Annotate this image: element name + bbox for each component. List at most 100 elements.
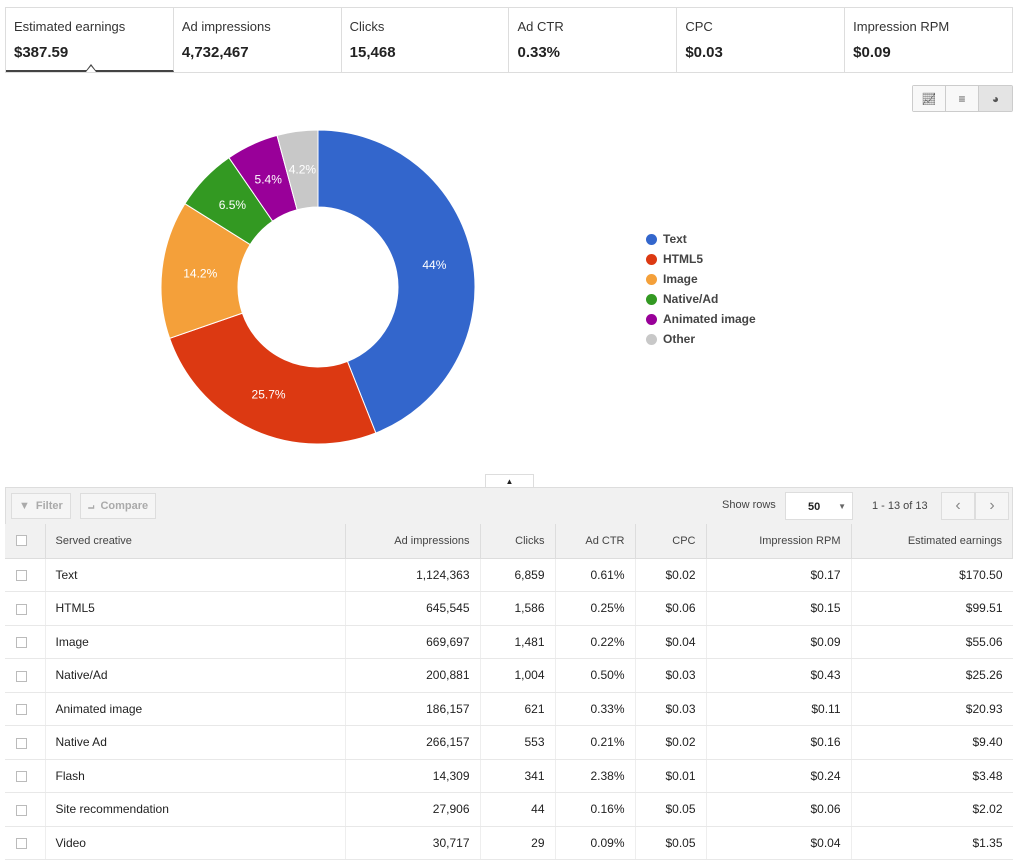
table-cell: 2.38% (555, 759, 636, 793)
table-cell: 645,545 (345, 591, 481, 626)
select-all-checkbox[interactable] (5, 524, 46, 559)
table-cell: Native Ad (45, 725, 346, 760)
table-cell: $0.43 (706, 658, 852, 693)
metric-value: $387.59 (14, 44, 69, 61)
table-cell: 14,309 (345, 759, 481, 793)
column-header[interactable]: CPC (635, 524, 707, 559)
table-cell: $0.11 (706, 692, 852, 726)
rows-per-page-select[interactable]: 50 ▼ (785, 492, 853, 520)
legend-label: Animated image (663, 312, 756, 326)
table-cell: $0.24 (706, 759, 852, 793)
table-cell: $0.06 (706, 792, 852, 827)
table-cell: 669,697 (345, 625, 481, 659)
row-checkbox[interactable] (5, 759, 46, 793)
summary-card[interactable]: Impression RPM $0.09 (845, 8, 1012, 72)
legend-item[interactable]: Text (646, 229, 756, 249)
legend-item[interactable]: Animated image (646, 309, 756, 329)
legend-swatch (646, 293, 657, 305)
table-cell: 30,717 (345, 826, 481, 860)
table-cell: $0.04 (706, 826, 852, 860)
table-cell: $0.15 (706, 591, 852, 626)
summary-card[interactable]: CPC $0.03 (677, 8, 846, 72)
row-checkbox[interactable] (5, 692, 46, 726)
metric-value: 4,732,467 (181, 44, 249, 61)
table-cell: $55.06 (851, 625, 1013, 659)
table-cell: $0.01 (635, 759, 707, 793)
table-cell: 27,906 (345, 792, 481, 827)
row-checkbox[interactable] (5, 658, 46, 693)
metric-label: Ad impressions (181, 19, 271, 34)
table-cell: 1,004 (480, 658, 556, 693)
table-cell: $0.03 (635, 658, 707, 693)
legend-label: Image (663, 272, 698, 286)
summary-card[interactable]: Ad impressions 4,732,467 (174, 8, 342, 72)
table-row: Text 1,124,363 6,859 0.61% $0.02 $0.17 $170.50 (5, 558, 1013, 592)
prev-page-button[interactable]: ‹ (941, 492, 975, 520)
table-cell: 621 (480, 692, 556, 726)
column-header[interactable]: Served creative (45, 524, 346, 559)
table-cell: $99.51 (851, 591, 1013, 626)
collapse-chart-button[interactable]: ▲ (485, 474, 534, 488)
slice-label: 5.4% (255, 172, 283, 186)
bar-chart-icon[interactable]: ≡ (946, 86, 979, 111)
table-cell: 1,481 (480, 625, 556, 659)
compare-button[interactable]: ⨼ Compare (80, 493, 157, 519)
legend-swatch (646, 233, 657, 245)
chart-legend: Text HTML5 Image Native/Ad Animated image Oth… (646, 229, 756, 349)
table-cell: 341 (480, 759, 556, 793)
table-row: Animated image 186,157 621 0.33% $0.03 $0.11 $… (5, 692, 1013, 726)
slice-label: 4.2% (289, 163, 317, 177)
slice-label: 14.2% (183, 267, 217, 281)
table-cell: 266,157 (345, 725, 481, 760)
table-cell: 0.21% (555, 725, 636, 760)
row-checkbox[interactable] (5, 792, 46, 827)
row-checkbox[interactable] (5, 826, 46, 860)
column-header[interactable]: Impression RPM (706, 524, 852, 559)
row-checkbox[interactable] (5, 558, 46, 592)
row-checkbox[interactable] (5, 591, 46, 626)
legend-item[interactable]: Other (646, 329, 756, 349)
show-rows-label: Show rows (722, 499, 776, 511)
table-cell: $0.03 (635, 692, 707, 726)
column-header[interactable]: Ad CTR (555, 524, 636, 559)
pagination-range: 1 - 13 of 13 (872, 500, 928, 512)
filter-icon: ▼ (19, 500, 30, 512)
column-header[interactable]: Ad impressions (345, 524, 481, 559)
summary-card[interactable]: Ad CTR 0.33% (509, 8, 678, 72)
table-cell: $0.05 (635, 826, 707, 860)
table-row: Video 30,717 29 0.09% $0.05 $0.04 $1.35 (5, 826, 1013, 860)
table-cell: 200,881 (345, 658, 481, 693)
summary-card[interactable]: Clicks 15,468 (342, 8, 510, 72)
table-row: Image 669,697 1,481 0.22% $0.04 $0.09 $55.06 (5, 625, 1013, 659)
legend-label: Native/Ad (663, 292, 719, 306)
line-chart-icon[interactable]: 📈︎ (913, 86, 946, 111)
report-table: Served creative Ad impressions Clicks Ad CT… (5, 524, 1013, 860)
column-header[interactable]: Estimated earnings (851, 524, 1013, 559)
filter-button[interactable]: ▼ Filter (11, 493, 71, 519)
slice-html5[interactable] (168, 312, 377, 445)
metric-value: 15,468 (349, 44, 396, 61)
table-cell: $0.09 (706, 625, 852, 659)
table-cell: $0.02 (635, 725, 707, 760)
table-cell: 0.09% (555, 826, 636, 860)
table-toolbar: ▼ Filter ⨼ Compare Show rows 50 ▼ 1 - 13 of… (5, 487, 1013, 524)
row-checkbox[interactable] (5, 725, 46, 760)
table-cell: Native/Ad (45, 658, 346, 693)
legend-label: Other (663, 332, 696, 346)
next-page-button[interactable]: › (975, 492, 1009, 520)
legend-swatch (646, 253, 657, 265)
summary-card[interactable]: Estimated earnings $387.59 (6, 8, 174, 72)
compare-icon: ⨼ (88, 499, 95, 512)
legend-item[interactable]: HTML5 (646, 249, 756, 269)
table-cell: 6,859 (480, 558, 556, 592)
legend-item[interactable]: Image (646, 269, 756, 289)
table-cell: 1,124,363 (345, 558, 481, 592)
legend-item[interactable]: Native/Ad (646, 289, 756, 309)
column-header[interactable]: Clicks (480, 524, 556, 559)
table-row: HTML5 645,545 1,586 0.25% $0.06 $0.15 $99.51 (5, 591, 1013, 626)
table-cell: $3.48 (851, 759, 1013, 793)
table-cell: Text (45, 558, 346, 592)
row-checkbox[interactable] (5, 625, 46, 659)
metric-value: $0.03 (685, 44, 723, 61)
pie-chart-icon[interactable]: ◕ (979, 86, 1012, 111)
